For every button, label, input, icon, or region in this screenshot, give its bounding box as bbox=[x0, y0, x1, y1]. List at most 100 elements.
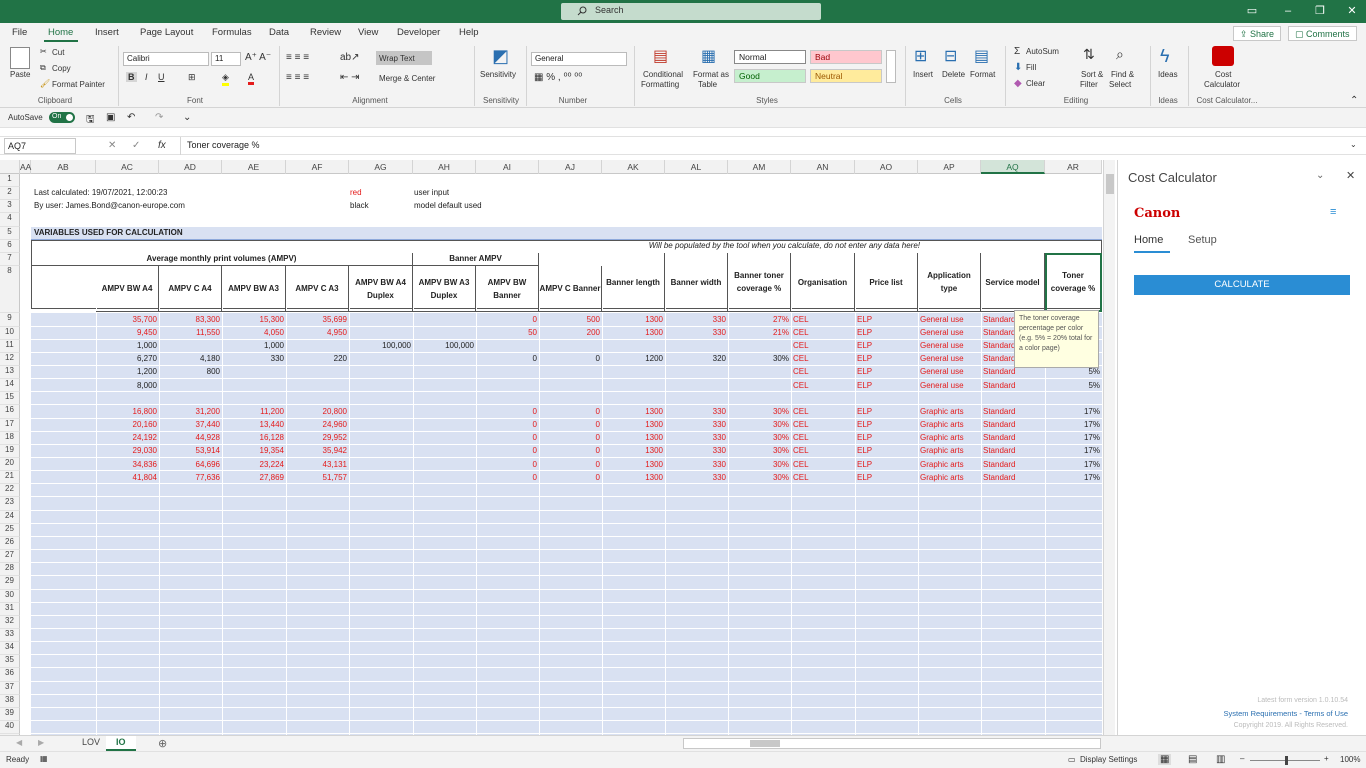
data-cell[interactable]: Graphic arts bbox=[920, 406, 983, 418]
row-header[interactable]: 6 bbox=[0, 239, 20, 253]
data-cell[interactable]: 50 bbox=[476, 327, 539, 339]
tab-formulas[interactable]: Formulas bbox=[212, 27, 252, 38]
collapse-ribbon-icon[interactable]: ⌃ bbox=[1350, 95, 1358, 106]
wrap-text-button[interactable]: Wrap Text bbox=[376, 51, 432, 65]
bold-icon[interactable]: B bbox=[126, 72, 137, 82]
data-cell[interactable]: General use bbox=[920, 353, 983, 365]
table-row[interactable] bbox=[31, 484, 1102, 498]
data-cell[interactable]: 330 bbox=[665, 419, 728, 431]
data-cell[interactable]: 320 bbox=[665, 353, 728, 365]
font-name-select[interactable]: Calibri bbox=[123, 52, 209, 66]
style-neutral[interactable]: Neutral bbox=[810, 69, 882, 83]
tab-view[interactable]: View bbox=[358, 27, 378, 38]
scrollbar-thumb[interactable] bbox=[1106, 174, 1114, 194]
row-header[interactable]: 19 bbox=[0, 444, 20, 459]
data-cell[interactable]: 0 bbox=[476, 472, 539, 484]
indent-icons[interactable]: ⇤ ⇥ bbox=[340, 72, 360, 83]
data-cell[interactable]: Graphic arts bbox=[920, 419, 983, 431]
row-header[interactable]: 13 bbox=[0, 365, 20, 380]
data-cell[interactable]: 17% bbox=[1045, 419, 1102, 431]
format-as-label[interactable]: Format as bbox=[693, 70, 729, 79]
data-cell[interactable]: 330 bbox=[665, 432, 728, 444]
data-cell[interactable]: 0 bbox=[539, 445, 602, 457]
save-icon[interactable]: 🖫 bbox=[86, 112, 95, 129]
data-cell[interactable]: 20,800 bbox=[286, 406, 349, 418]
data-cell[interactable]: 0 bbox=[539, 432, 602, 444]
sheet-tab-io[interactable]: IO bbox=[106, 736, 136, 751]
data-cell[interactable]: 30% bbox=[728, 419, 791, 431]
data-cell[interactable]: 77,636 bbox=[159, 472, 222, 484]
minimize-icon[interactable]: – bbox=[1270, 0, 1306, 23]
data-cell[interactable]: 30% bbox=[728, 445, 791, 457]
delete-button[interactable]: Delete bbox=[942, 70, 965, 79]
data-cell[interactable]: 44,928 bbox=[159, 432, 222, 444]
data-cell[interactable]: CEL bbox=[793, 445, 857, 457]
data-cell[interactable]: 30% bbox=[728, 432, 791, 444]
data-cell[interactable]: Standard bbox=[983, 406, 1047, 418]
format-painter-label[interactable]: Format Painter bbox=[52, 80, 105, 89]
data-cell[interactable]: 43,131 bbox=[286, 459, 349, 471]
data-cell[interactable]: 0 bbox=[539, 472, 602, 484]
data-cell[interactable]: 29,030 bbox=[96, 445, 159, 457]
data-cell[interactable]: ELP bbox=[857, 366, 920, 378]
row-header[interactable]: 20 bbox=[0, 458, 20, 472]
insert-cells-icon[interactable]: ⊞ bbox=[914, 46, 927, 66]
customize-qat-icon[interactable]: ⌄ bbox=[183, 112, 191, 123]
fill-button[interactable]: Fill bbox=[1026, 63, 1036, 72]
format-cells-icon[interactable]: ▤ bbox=[974, 46, 989, 66]
delete-cells-icon[interactable]: ⊟ bbox=[944, 46, 957, 66]
sensitivity-button[interactable]: Sensitivity bbox=[480, 70, 516, 79]
row-header[interactable]: 33 bbox=[0, 628, 20, 643]
insert-function-icon[interactable]: fx bbox=[158, 140, 166, 151]
data-cell[interactable]: 30% bbox=[728, 472, 791, 484]
data-cell[interactable]: 330 bbox=[665, 327, 728, 339]
data-cell[interactable]: CEL bbox=[793, 327, 857, 339]
row-header[interactable]: 31 bbox=[0, 602, 20, 616]
data-cell[interactable]: Graphic arts bbox=[920, 432, 983, 444]
number-format-select[interactable]: General bbox=[531, 52, 627, 66]
paste-icon[interactable] bbox=[10, 47, 30, 69]
cut-icon[interactable]: ✂ bbox=[40, 47, 47, 56]
table-row[interactable] bbox=[31, 628, 1102, 643]
data-cell[interactable]: 0 bbox=[476, 432, 539, 444]
row-header[interactable]: 40 bbox=[0, 721, 20, 735]
underline-icon[interactable]: U bbox=[158, 72, 165, 82]
data-cell[interactable]: CEL bbox=[793, 419, 857, 431]
calculate-button[interactable]: CALCULATE bbox=[1134, 275, 1350, 295]
pane-menu-icon[interactable]: ≡ bbox=[1330, 206, 1336, 218]
data-cell[interactable]: 16,800 bbox=[96, 406, 159, 418]
data-cell[interactable]: 0 bbox=[539, 406, 602, 418]
data-cell[interactable]: 330 bbox=[665, 445, 728, 457]
autosave-toggle[interactable]: On bbox=[49, 112, 75, 123]
row-header[interactable]: 22 bbox=[0, 484, 20, 498]
styles-scroll-icon[interactable] bbox=[886, 50, 896, 83]
font-color-icon[interactable]: A bbox=[248, 72, 255, 85]
conditional-formatting-icon[interactable]: ▤ bbox=[653, 46, 668, 66]
data-cell[interactable]: 51,757 bbox=[286, 472, 349, 484]
data-cell[interactable]: 330 bbox=[222, 353, 286, 365]
table-row[interactable] bbox=[31, 589, 1102, 603]
pane-tab-home[interactable]: Home bbox=[1134, 234, 1163, 246]
data-cell[interactable]: ELP bbox=[857, 406, 920, 418]
horizontal-align-icons[interactable]: ≡ ≡ ≡ bbox=[286, 72, 309, 83]
italic-icon[interactable]: I bbox=[145, 72, 148, 82]
ideas-icon[interactable]: ϟ bbox=[1160, 46, 1170, 67]
row-header[interactable]: 12 bbox=[0, 352, 20, 366]
data-cell[interactable]: General use bbox=[920, 366, 983, 378]
row-header[interactable]: 1 bbox=[0, 174, 20, 188]
pane-tab-setup[interactable]: Setup bbox=[1188, 234, 1217, 246]
data-cell[interactable]: ELP bbox=[857, 472, 920, 484]
table-row[interactable] bbox=[31, 523, 1102, 537]
tab-review[interactable]: Review bbox=[310, 27, 341, 38]
undo-icon[interactable]: ↶ bbox=[127, 112, 135, 123]
data-cell[interactable]: 1300 bbox=[602, 406, 665, 418]
data-cell[interactable]: General use bbox=[920, 327, 983, 339]
data-cell[interactable]: 1200 bbox=[602, 353, 665, 365]
data-cell[interactable]: Standard bbox=[983, 472, 1047, 484]
data-cell[interactable]: General use bbox=[920, 340, 983, 352]
data-cell[interactable]: 1,000 bbox=[222, 340, 286, 352]
cost-calculator-icon[interactable] bbox=[1212, 46, 1234, 66]
data-cell[interactable]: 1300 bbox=[602, 327, 665, 339]
row-header[interactable]: 30 bbox=[0, 589, 20, 603]
name-box[interactable]: AQ7 bbox=[4, 138, 76, 154]
